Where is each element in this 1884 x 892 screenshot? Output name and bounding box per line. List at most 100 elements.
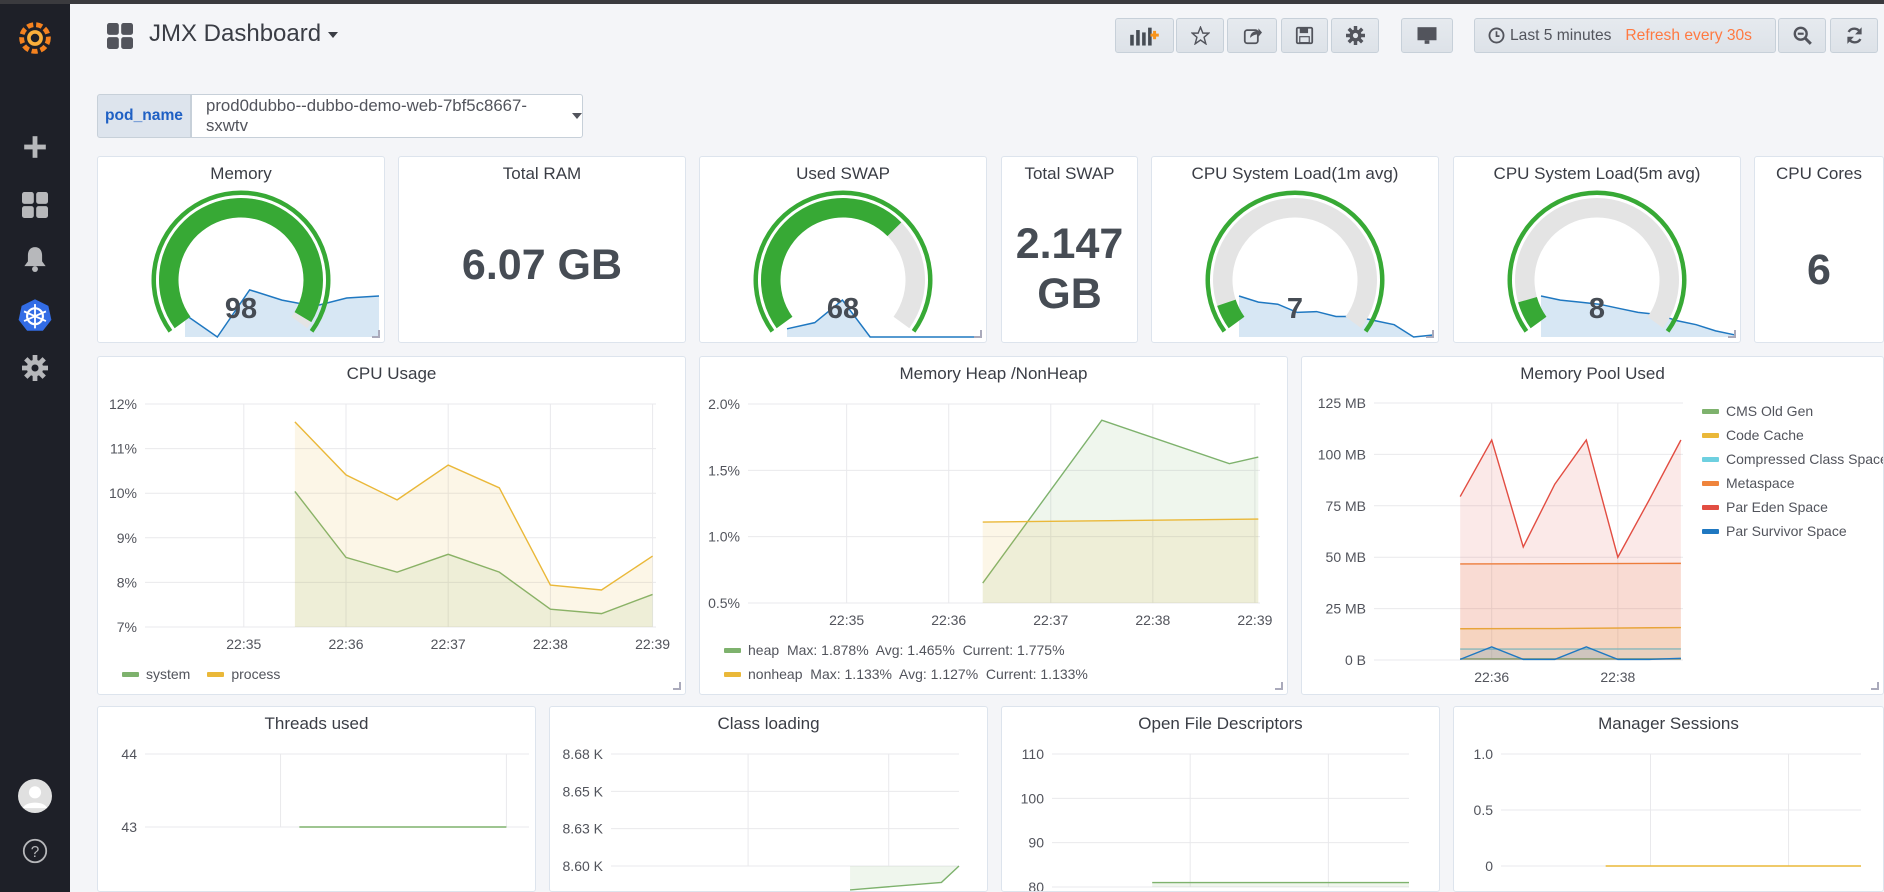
resize-handle[interactable] [673, 682, 681, 690]
y-tick-label: 11% [110, 441, 137, 457]
x-tick-label: 22:37 [1033, 612, 1068, 628]
sparkline-area [185, 289, 379, 337]
y-tick-label: 80 [1028, 879, 1044, 892]
legend-label: nonheap [748, 666, 803, 682]
legend-stats: Max: 1.133% Avg: 1.127% Current: 1.133% [810, 666, 1088, 682]
y-tick-label: 0 B [1345, 652, 1366, 668]
sparkline-area [787, 300, 981, 337]
cog-icon [1345, 26, 1365, 45]
x-tick-label: 22:38 [1600, 669, 1635, 685]
user-avatar[interactable] [17, 778, 53, 814]
resize-handle[interactable] [1728, 330, 1736, 338]
star-button[interactable] [1176, 18, 1224, 53]
x-tick-label: 22:39 [635, 636, 670, 652]
legend-item[interactable]: Code Cache [1702, 423, 1883, 447]
y-tick-label: 2.0% [708, 396, 740, 412]
legend-swatch [1702, 528, 1719, 534]
total-ram-value: 6.07 GB [461, 241, 623, 289]
share-icon [1243, 28, 1262, 45]
settings-button[interactable] [1331, 18, 1379, 53]
legend-item[interactable]: Par Survivor Space [1702, 519, 1883, 543]
x-tick-label: 22:36 [328, 636, 363, 652]
manager-sessions-chart: 0 0.5 1.0 [1474, 746, 1861, 874]
cpu-load-5m-gauge: 8 [1507, 190, 1736, 337]
dashboards-grid-icon[interactable] [17, 187, 53, 223]
y-tick-label: 10% [109, 485, 137, 501]
total-swap-unit: GB [1037, 270, 1102, 318]
chart-legend: CMS Old Gen Code Cache Compressed Class … [1702, 399, 1883, 543]
gauge-value: 98 [225, 293, 257, 325]
gear-icon[interactable] [17, 350, 53, 386]
time-range-label: Last 5 minutes [1510, 26, 1612, 44]
panel-used-swap: Used SWAP 68 [699, 156, 987, 343]
legend-item[interactable]: Metaspace [1702, 471, 1883, 495]
legend-swatch [724, 671, 741, 677]
legend-item-heap[interactable]: heap Max: 1.878% Avg: 1.465% Current: 1.… [724, 638, 1088, 662]
total-swap-value: 2.147 GB [1002, 219, 1137, 319]
y-tick-label: 100 [1021, 790, 1045, 806]
legend-swatch [207, 671, 225, 677]
legend-swatch [724, 647, 741, 653]
chart-legend: system process [122, 662, 280, 686]
legend-item[interactable]: CMS Old Gen [1702, 399, 1883, 423]
share-button[interactable] [1227, 18, 1277, 53]
panel-open-file-descriptors: Open File Descriptors 80 90 100 110 [1001, 706, 1440, 892]
y-tick-label: 12% [109, 396, 137, 412]
y-tick-label: 0.5% [708, 595, 740, 611]
cpu-cores-value: 6 [1807, 246, 1831, 294]
time-picker-button[interactable]: Last 5 minutes Refresh every 30s [1474, 18, 1776, 53]
legend-item-nonheap[interactable]: nonheap Max: 1.133% Avg: 1.127% Current:… [724, 662, 1088, 686]
y-tick-label: 44 [121, 746, 137, 762]
add-panel-button[interactable] [1115, 18, 1174, 53]
refresh-icon [1846, 27, 1862, 44]
panel-manager-sessions: Manager Sessions 0 0.5 1.0 [1453, 706, 1884, 892]
bell-icon[interactable] [17, 241, 53, 277]
pod-name-select[interactable]: prod0dubbo--dubbo-demo-web-7bf5c8667-sxw… [191, 94, 583, 138]
series-area [850, 866, 959, 890]
y-tick-label: 100 MB [1318, 446, 1366, 462]
panel-title[interactable]: CPU Cores [1755, 164, 1883, 184]
zoom-out-button[interactable] [1778, 18, 1826, 53]
panel-total-ram: Total RAM 6.07 GB [398, 156, 686, 343]
y-tick-label: 0 [1485, 858, 1493, 874]
cpu-usage-chart: 7% 8% 9% 10% 11% 12% 22:35 22:36 22:37 22:38 22:39 [109, 396, 670, 652]
grafana-logo-icon[interactable] [17, 20, 53, 56]
panel-title[interactable]: Total SWAP [1002, 164, 1137, 184]
x-tick-label: 22:38 [533, 636, 568, 652]
kubernetes-icon[interactable] [17, 297, 53, 333]
y-tick-label: 1.5% [708, 462, 740, 478]
plus-icon[interactable] [17, 129, 53, 165]
panel-memory: Memory 98 [97, 156, 385, 343]
legend-item[interactable]: Par Eden Space [1702, 495, 1883, 519]
y-tick-label: 43 [121, 819, 137, 835]
y-tick-label: 1.0% [708, 529, 740, 545]
legend-item-system[interactable]: system [122, 662, 190, 686]
refresh-button[interactable] [1830, 18, 1878, 53]
legend-swatch [1702, 456, 1719, 462]
legend-label: Metaspace [1726, 475, 1795, 491]
resize-handle[interactable] [1871, 682, 1879, 690]
tv-mode-button[interactable] [1401, 18, 1453, 53]
save-icon [1295, 26, 1314, 45]
save-button[interactable] [1281, 18, 1328, 53]
legend-item-process[interactable]: process [207, 662, 280, 686]
resize-handle[interactable] [974, 330, 982, 338]
resize-handle[interactable] [1426, 330, 1434, 338]
gauge-value: 68 [827, 293, 859, 325]
panel-cpu-load-5m: CPU System Load(5m avg) 8 [1453, 156, 1741, 343]
dashboard-title-dropdown[interactable]: JMX Dashboard [149, 20, 339, 48]
legend-swatch [1702, 504, 1719, 510]
resize-handle[interactable] [372, 330, 380, 338]
legend-item[interactable]: Compressed Class Space [1702, 447, 1883, 471]
x-tick-label: 22:35 [829, 612, 864, 628]
legend-label: process [231, 666, 281, 682]
x-tick-label: 22:36 [1474, 669, 1509, 685]
star-icon [1190, 26, 1210, 45]
y-tick-label: 125 MB [1318, 395, 1366, 411]
panel-title[interactable]: Total RAM [399, 164, 685, 184]
panel-cpu-usage: CPU Usage 7% 8% 9% 10% 11% 12% 22:35 22:36 22:37… [97, 356, 686, 695]
help-icon[interactable]: ? [17, 833, 53, 869]
dashboard-grid-icon [107, 23, 133, 54]
resize-handle[interactable] [1275, 682, 1283, 690]
legend-swatch [122, 671, 139, 677]
